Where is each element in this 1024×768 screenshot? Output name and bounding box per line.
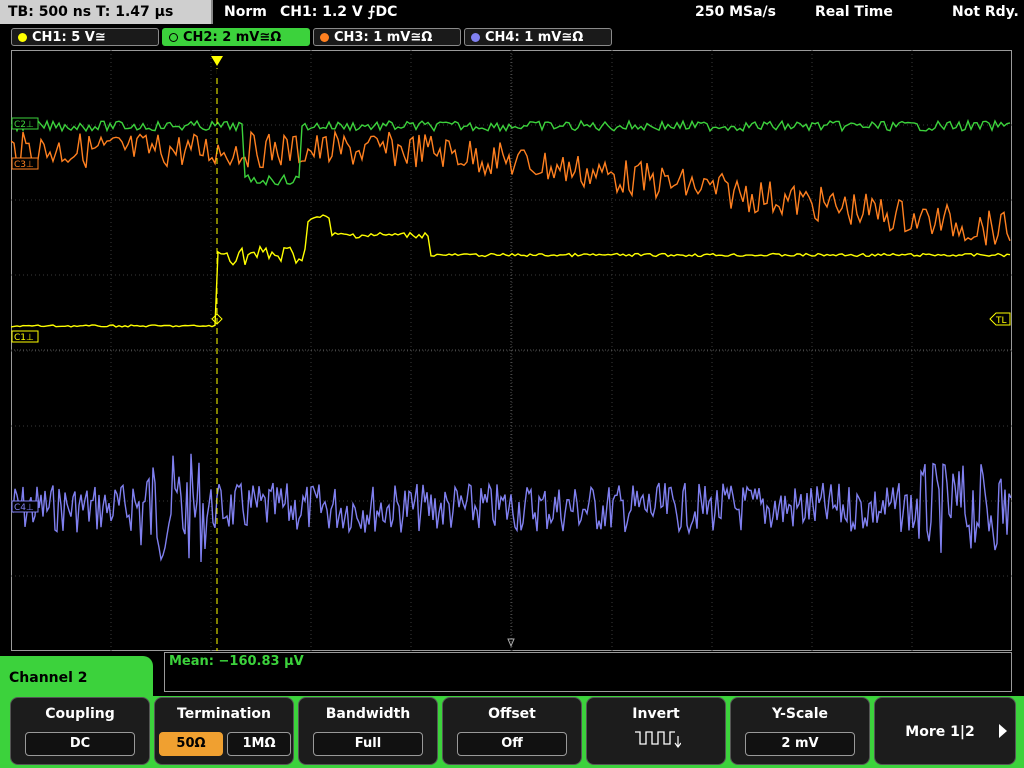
timebase-readout[interactable]: TB: 500 ns T: 1.47 µs (0, 0, 213, 24)
more-label: More 1|2 (905, 724, 975, 740)
ch3-color-dot-icon (320, 33, 329, 42)
acquisition-mode[interactable]: Real Time (815, 0, 893, 24)
acquisition-status: Not Rdy. (952, 4, 1019, 20)
tab-ch3-label: CH3: 1 mV≅Ω (334, 30, 433, 45)
offset-value[interactable]: Off (457, 732, 567, 756)
ch2-marker-label: C2⊥ (14, 120, 34, 130)
inverted-square-wave-icon (635, 731, 681, 748)
coupling-value[interactable]: DC (25, 732, 135, 756)
center-marker-icon (507, 638, 515, 648)
trigger-readout[interactable]: CH1: 1.2 V ⨍DC (280, 0, 397, 24)
ch1-color-dot-icon (18, 33, 27, 42)
yscale-softkey[interactable]: Y-Scale 2 mV (730, 697, 870, 765)
bandwidth-title: Bandwidth (325, 706, 411, 722)
coupling-title: Coupling (45, 706, 115, 722)
termination-title: Termination (177, 706, 271, 722)
trigger-level-marker[interactable]: TL (989, 312, 1011, 326)
more-softkey[interactable]: More 1|2 (874, 697, 1016, 765)
yscale-title: Y-Scale (771, 706, 828, 722)
ch1-marker-label: C1⊥ (14, 333, 34, 343)
ch1-trace (11, 214, 1011, 328)
tab-ch3[interactable]: CH3: 1 mV≅Ω (313, 28, 461, 46)
ch4-ground-marker[interactable]: C4⊥ (11, 500, 39, 513)
bandwidth-softkey[interactable]: Bandwidth Full (298, 697, 438, 765)
trigger-position-marker-icon[interactable] (211, 56, 223, 66)
tab-ch1[interactable]: CH1: 5 V≅ (11, 28, 159, 46)
termination-softkey[interactable]: Termination 50Ω 1MΩ (154, 697, 294, 765)
trigger-level-label: TL (995, 316, 1007, 326)
invert-softkey[interactable]: Invert (586, 697, 726, 765)
chevron-right-icon (999, 724, 1007, 738)
menu-title: Channel 2 (9, 670, 88, 686)
tab-ch2[interactable]: CH2: 2 mV≅Ω (162, 28, 310, 46)
tab-ch1-label: CH1: 5 V≅ (32, 30, 106, 45)
ch4-marker-label: C4⊥ (14, 503, 34, 513)
invert-title: Invert (632, 706, 680, 722)
yscale-value[interactable]: 2 mV (745, 732, 855, 756)
offset-title: Offset (488, 706, 536, 722)
trigger-mode[interactable]: Norm (224, 0, 267, 24)
sample-rate: 250 MSa/s (695, 4, 777, 20)
ch2-color-dot-icon (169, 33, 178, 42)
offset-softkey[interactable]: Offset Off (442, 697, 582, 765)
tab-ch4-label: CH4: 1 mV≅Ω (485, 30, 584, 45)
termination-50ohm-option[interactable]: 50Ω (159, 732, 223, 756)
bandwidth-value[interactable]: Full (313, 732, 423, 756)
ch3-marker-label: C3⊥ (14, 160, 34, 170)
tab-ch4[interactable]: CH4: 1 mV≅Ω (464, 28, 612, 46)
termination-1mohm-option[interactable]: 1MΩ (227, 732, 291, 756)
ch3-ground-marker[interactable]: C3⊥ (11, 157, 39, 170)
ch1-ground-marker[interactable]: C1⊥ (11, 330, 39, 343)
trigger-marker-label: T (213, 68, 221, 79)
waveform-canvas: C2⊥ C3⊥ C1⊥ C4⊥ TL T (11, 50, 1012, 651)
mean-measurement[interactable]: Mean: −160.83 µV (169, 654, 304, 669)
ch4-color-dot-icon (471, 33, 480, 42)
coupling-softkey[interactable]: Coupling DC (10, 697, 150, 765)
ch2-ground-marker[interactable]: C2⊥ (11, 117, 39, 130)
tab-ch2-label: CH2: 2 mV≅Ω (183, 30, 282, 45)
